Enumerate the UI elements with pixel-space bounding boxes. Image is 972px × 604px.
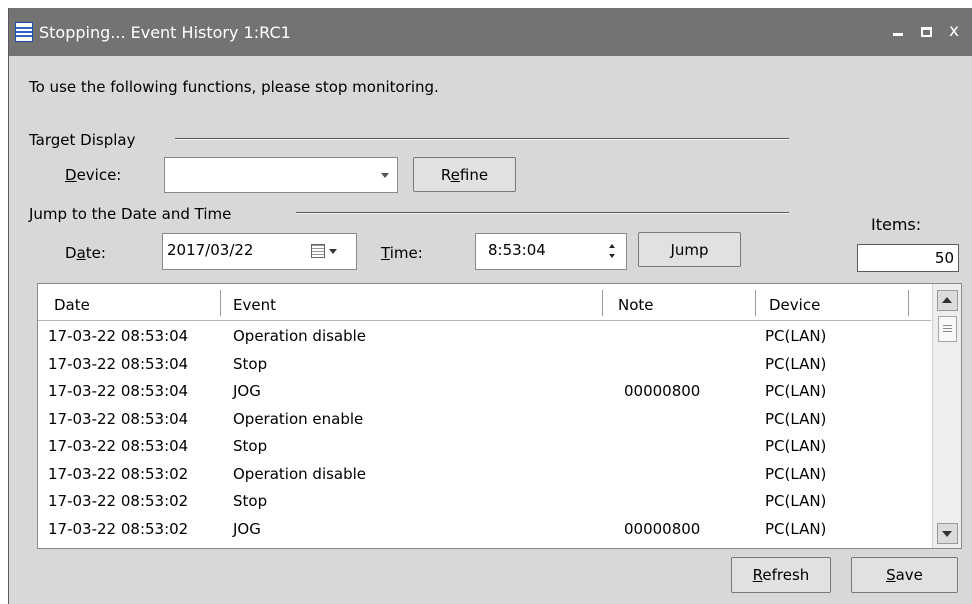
time-input[interactable]: 8:53:04 xyxy=(475,233,627,270)
chevron-down-icon[interactable] xyxy=(329,249,337,254)
event-history-table[interactable]: Date Event Note Device 17-03-22 08:53:04… xyxy=(37,283,962,549)
window-title: Stopping... Event History 1:RC1 xyxy=(39,23,291,42)
refresh-button[interactable]: Refresh xyxy=(731,557,831,593)
cell-event: Operation enable xyxy=(233,409,364,428)
column-divider[interactable] xyxy=(602,290,603,316)
cell-date: 17-03-22 08:53:02 xyxy=(48,492,189,510)
table-body: 17-03-22 08:53:04 Operation disable PC(L… xyxy=(38,323,931,543)
table-row[interactable]: 17-03-22 08:53:02 Operation disable PC(L… xyxy=(38,461,931,489)
cell-device: PC(LAN) xyxy=(765,327,827,345)
table-row[interactable]: 17-03-22 08:53:04 Operation disable PC(L… xyxy=(38,323,931,351)
cell-date: 17-03-22 08:53:04 xyxy=(48,354,189,373)
date-label: Date: xyxy=(65,244,106,262)
spin-down-icon[interactable] xyxy=(609,254,615,258)
jump-divider xyxy=(296,212,789,214)
spin-up-icon[interactable] xyxy=(609,244,615,248)
cell-event: Operation disable xyxy=(233,464,367,483)
title-bar[interactable]: Stopping... Event History 1:RC1 x xyxy=(9,8,972,56)
cell-note: 00000800 xyxy=(624,382,701,400)
table-row[interactable]: 17-03-22 08:53:04 JOG 00000800 PC(LAN) xyxy=(38,378,931,406)
chevron-down-icon xyxy=(381,173,389,178)
cell-event: JOG xyxy=(233,519,261,538)
cell-date: 17-03-22 08:53:04 xyxy=(48,382,189,400)
column-header-date[interactable]: Date xyxy=(54,296,90,314)
cell-note: 00000800 xyxy=(624,519,701,538)
items-value: 50 xyxy=(934,249,954,267)
column-header-note[interactable]: Note xyxy=(618,296,654,314)
device-label: Device: xyxy=(65,166,122,184)
cell-event: Stop xyxy=(233,437,268,455)
cell-device: PC(LAN) xyxy=(765,492,827,510)
minimize-icon[interactable] xyxy=(889,22,907,40)
vertical-scrollbar[interactable] xyxy=(932,284,961,548)
items-input[interactable]: 50 xyxy=(857,244,959,272)
save-button[interactable]: Save xyxy=(851,557,958,593)
cell-event: Operation disable xyxy=(233,327,367,345)
date-value: 2017/03/22 xyxy=(167,241,254,259)
time-value: 8:53:04 xyxy=(488,241,546,259)
scroll-thumb[interactable] xyxy=(938,316,957,342)
cell-device: PC(LAN) xyxy=(765,464,827,483)
table-row[interactable]: 17-03-22 08:53:04 Stop PC(LAN) xyxy=(38,351,931,379)
cell-date: 17-03-22 08:53:04 xyxy=(48,409,189,428)
event-history-window: Stopping... Event History 1:RC1 x To use… xyxy=(8,8,972,604)
target-display-divider xyxy=(175,138,789,140)
cell-event: Stop xyxy=(233,354,268,373)
cell-event: JOG xyxy=(233,382,261,400)
refine-button[interactable]: Refine xyxy=(413,157,516,192)
maximize-icon[interactable] xyxy=(917,22,935,40)
cell-device: PC(LAN) xyxy=(765,437,827,455)
table-row[interactable]: 17-03-22 08:53:04 Stop PC(LAN) xyxy=(38,433,931,461)
cell-date: 17-03-22 08:53:02 xyxy=(48,519,189,538)
cell-event: Stop xyxy=(233,492,268,510)
cell-device: PC(LAN) xyxy=(765,519,827,538)
column-divider[interactable] xyxy=(755,290,756,316)
column-header-device[interactable]: Device xyxy=(769,296,820,314)
items-label: Items: xyxy=(871,215,922,234)
cell-date: 17-03-22 08:53:02 xyxy=(48,464,189,483)
table-row[interactable]: 17-03-22 08:53:02 Stop PC(LAN) xyxy=(38,488,931,516)
stop-monitoring-notice: To use the following functions, please s… xyxy=(29,78,439,96)
cell-device: PC(LAN) xyxy=(765,409,827,428)
calendar-icon[interactable] xyxy=(311,244,325,258)
column-divider[interactable] xyxy=(908,290,909,316)
device-select[interactable] xyxy=(164,157,398,193)
cell-device: PC(LAN) xyxy=(765,354,827,373)
column-header-event[interactable]: Event xyxy=(233,296,276,314)
cell-date: 17-03-22 08:53:04 xyxy=(48,437,189,455)
close-icon[interactable]: x xyxy=(945,22,963,40)
date-picker[interactable]: 2017/03/22 xyxy=(162,233,357,270)
table-header: Date Event Note Device xyxy=(38,284,931,321)
scroll-up-icon[interactable] xyxy=(937,290,958,311)
table-row[interactable]: 17-03-22 08:53:04 Operation enable PC(LA… xyxy=(38,406,931,434)
event-history-icon xyxy=(15,22,33,42)
cell-date: 17-03-22 08:53:04 xyxy=(48,327,189,345)
jump-button[interactable]: Jump xyxy=(638,232,741,267)
time-label: Time: xyxy=(381,244,423,262)
column-divider[interactable] xyxy=(220,290,221,316)
table-row[interactable]: 17-03-22 08:53:02 JOG 00000800 PC(LAN) xyxy=(38,516,931,544)
scroll-down-icon[interactable] xyxy=(937,523,958,544)
jump-group-label: Jump to the Date and Time xyxy=(29,205,232,223)
target-display-group-label: Target Display xyxy=(29,131,136,149)
cell-device: PC(LAN) xyxy=(765,382,827,400)
